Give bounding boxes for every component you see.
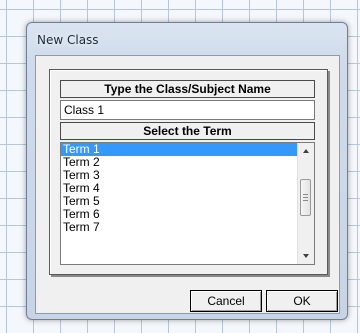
- window-title: New Class: [37, 33, 99, 47]
- class-name-header: Type the Class/Subject Name: [60, 80, 315, 98]
- ok-button[interactable]: OK: [266, 290, 338, 312]
- term-list: Term 1 Term 2 Term 3 Term 4 Term 5 Term …: [61, 143, 299, 234]
- term-item-7[interactable]: Term 7: [61, 221, 299, 234]
- term-header: Select the Term: [60, 122, 315, 140]
- grip-line: [303, 197, 308, 198]
- grip-line: [303, 194, 308, 195]
- dialog-body: Type the Class/Subject Name Select the T…: [35, 55, 340, 314]
- scroll-down-button[interactable]: [298, 248, 314, 264]
- class-name-input[interactable]: [60, 100, 315, 120]
- scroll-thumb[interactable]: [300, 179, 311, 216]
- scroll-down-arrow-icon: [303, 254, 309, 258]
- scroll-up-button[interactable]: [298, 143, 314, 159]
- term-listbox[interactable]: Term 1 Term 2 Term 3 Term 4 Term 5 Term …: [60, 142, 315, 265]
- term-list-scrollbar[interactable]: [297, 143, 314, 264]
- cancel-button[interactable]: Cancel: [190, 290, 262, 312]
- new-class-dialog: New Class Type the Class/Subject Name Se…: [26, 22, 348, 320]
- form-group: Type the Class/Subject Name Select the T…: [49, 69, 328, 275]
- grip-line: [303, 200, 308, 201]
- scroll-up-arrow-icon: [303, 149, 309, 153]
- title-bar[interactable]: New Class: [27, 23, 347, 55]
